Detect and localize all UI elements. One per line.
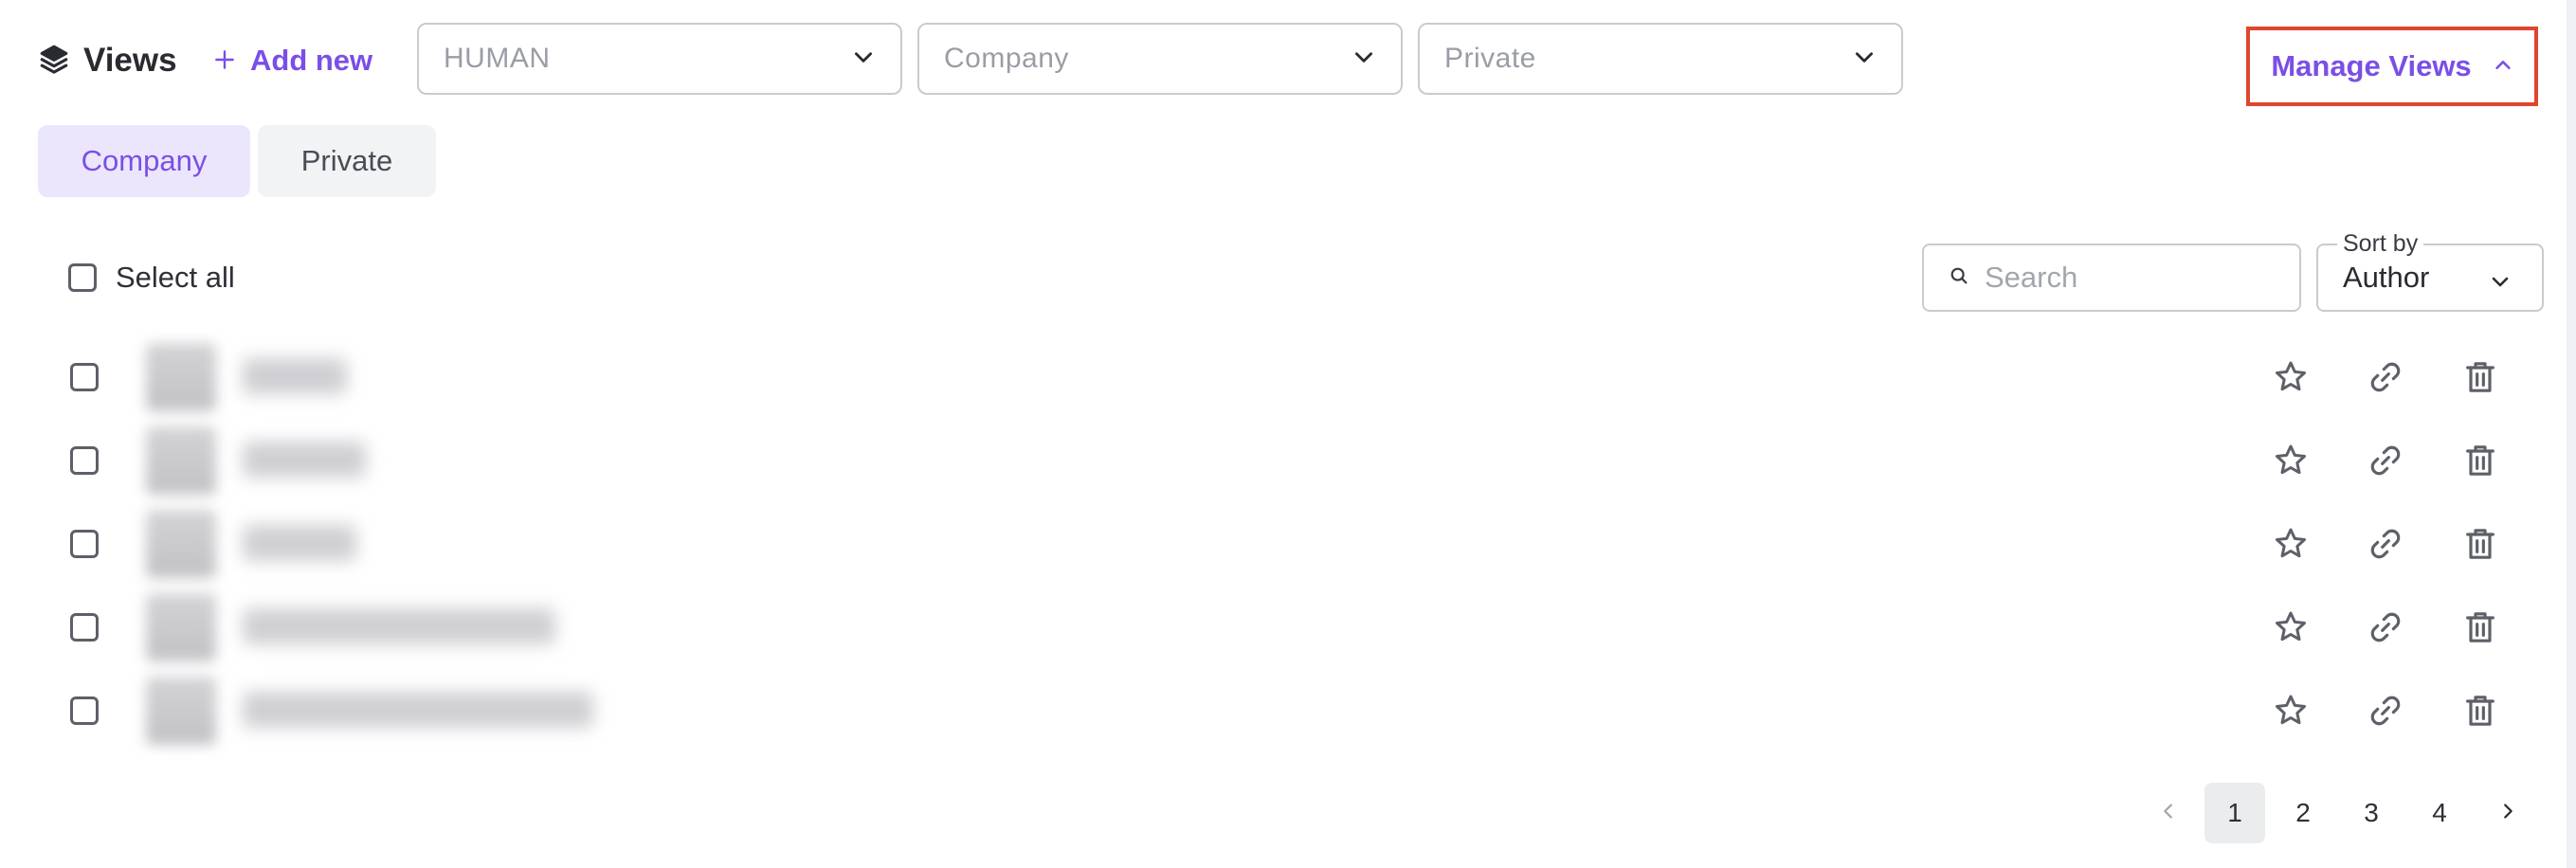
select-all[interactable]: Select all (68, 258, 235, 298)
trash-icon[interactable] (2461, 608, 2499, 651)
row-thumbnail (146, 510, 216, 578)
row-name-redacted[interactable] (243, 442, 366, 478)
list-item (0, 591, 2567, 663)
row-checkbox[interactable] (70, 446, 99, 475)
star-icon[interactable] (2272, 442, 2310, 484)
pagination-prev-button[interactable] (2138, 783, 2199, 843)
chevron-down-icon (1852, 45, 1877, 74)
row-thumbnail (146, 593, 216, 661)
list-item (0, 675, 2567, 747)
company-filter-placeholder: Company (944, 43, 1069, 74)
select-all-label: Select all (116, 261, 235, 294)
private-filter-placeholder: Private (1444, 43, 1536, 74)
private-filter-select[interactable]: Private (1418, 23, 1903, 95)
trash-icon[interactable] (2461, 442, 2499, 484)
add-new-button[interactable]: Add new (212, 38, 372, 83)
row-name-redacted[interactable] (243, 358, 347, 394)
pagination-page-1[interactable]: 1 (2204, 783, 2265, 843)
manage-views-button[interactable]: Manage Views (2246, 27, 2538, 106)
sort-by-label: Sort by (2337, 230, 2424, 258)
search-placeholder: Search (1985, 261, 2078, 294)
link-icon[interactable] (2367, 525, 2404, 568)
row-checkbox[interactable] (70, 530, 99, 558)
list-item (0, 341, 2567, 413)
star-icon[interactable] (2272, 692, 2310, 734)
trash-icon[interactable] (2461, 692, 2499, 734)
pagination-next-button[interactable] (2477, 783, 2538, 843)
pagination-page-4[interactable]: 4 (2409, 783, 2470, 843)
link-icon[interactable] (2367, 692, 2404, 734)
row-thumbnail (146, 677, 216, 745)
chevron-left-icon (2158, 798, 2179, 828)
page-title: Views (83, 42, 177, 79)
views-panel: Views Add new HUMAN Company Private Mana… (0, 0, 2576, 868)
company-filter-select[interactable]: Company (917, 23, 1403, 95)
plus-icon (212, 44, 237, 78)
tab-company-label: Company (81, 144, 208, 177)
chevron-right-icon (2497, 798, 2518, 828)
star-icon[interactable] (2272, 358, 2310, 401)
pagination-page-3[interactable]: 3 (2341, 783, 2402, 843)
sort-by-select[interactable]: Sort by Author (2316, 230, 2544, 312)
row-name-redacted[interactable] (243, 525, 356, 561)
search-input[interactable]: Search (1922, 244, 2301, 312)
row-name-redacted[interactable] (243, 692, 593, 728)
views-header: Views (38, 38, 177, 83)
layers-icon (38, 43, 70, 80)
chevron-up-icon (2493, 49, 2513, 83)
row-checkbox[interactable] (70, 696, 99, 725)
search-icon (1949, 265, 1969, 291)
row-thumbnail (146, 426, 216, 495)
link-icon[interactable] (2367, 442, 2404, 484)
row-checkbox[interactable] (70, 363, 99, 391)
select-all-checkbox[interactable] (68, 263, 97, 292)
list-item (0, 508, 2567, 580)
sort-by-value: Author (2343, 261, 2430, 294)
chevron-down-icon (1351, 45, 1376, 74)
tab-company[interactable]: Company (38, 125, 250, 197)
tab-private[interactable]: Private (258, 125, 436, 197)
row-checkbox[interactable] (70, 613, 99, 642)
link-icon[interactable] (2367, 608, 2404, 651)
trash-icon[interactable] (2461, 525, 2499, 568)
chevron-down-icon (2489, 270, 2512, 298)
human-filter-select[interactable]: HUMAN (417, 23, 902, 95)
list-item (0, 425, 2567, 497)
row-thumbnail (146, 343, 216, 411)
human-filter-placeholder: HUMAN (444, 43, 551, 74)
chevron-down-icon (851, 45, 876, 74)
add-new-label: Add new (250, 44, 373, 77)
link-icon[interactable] (2367, 358, 2404, 401)
trash-icon[interactable] (2461, 358, 2499, 401)
row-name-redacted[interactable] (243, 608, 555, 644)
tab-private-label: Private (300, 144, 393, 177)
star-icon[interactable] (2272, 608, 2310, 651)
pagination-page-2[interactable]: 2 (2273, 783, 2333, 843)
star-icon[interactable] (2272, 525, 2310, 568)
manage-views-label: Manage Views (2271, 49, 2472, 82)
